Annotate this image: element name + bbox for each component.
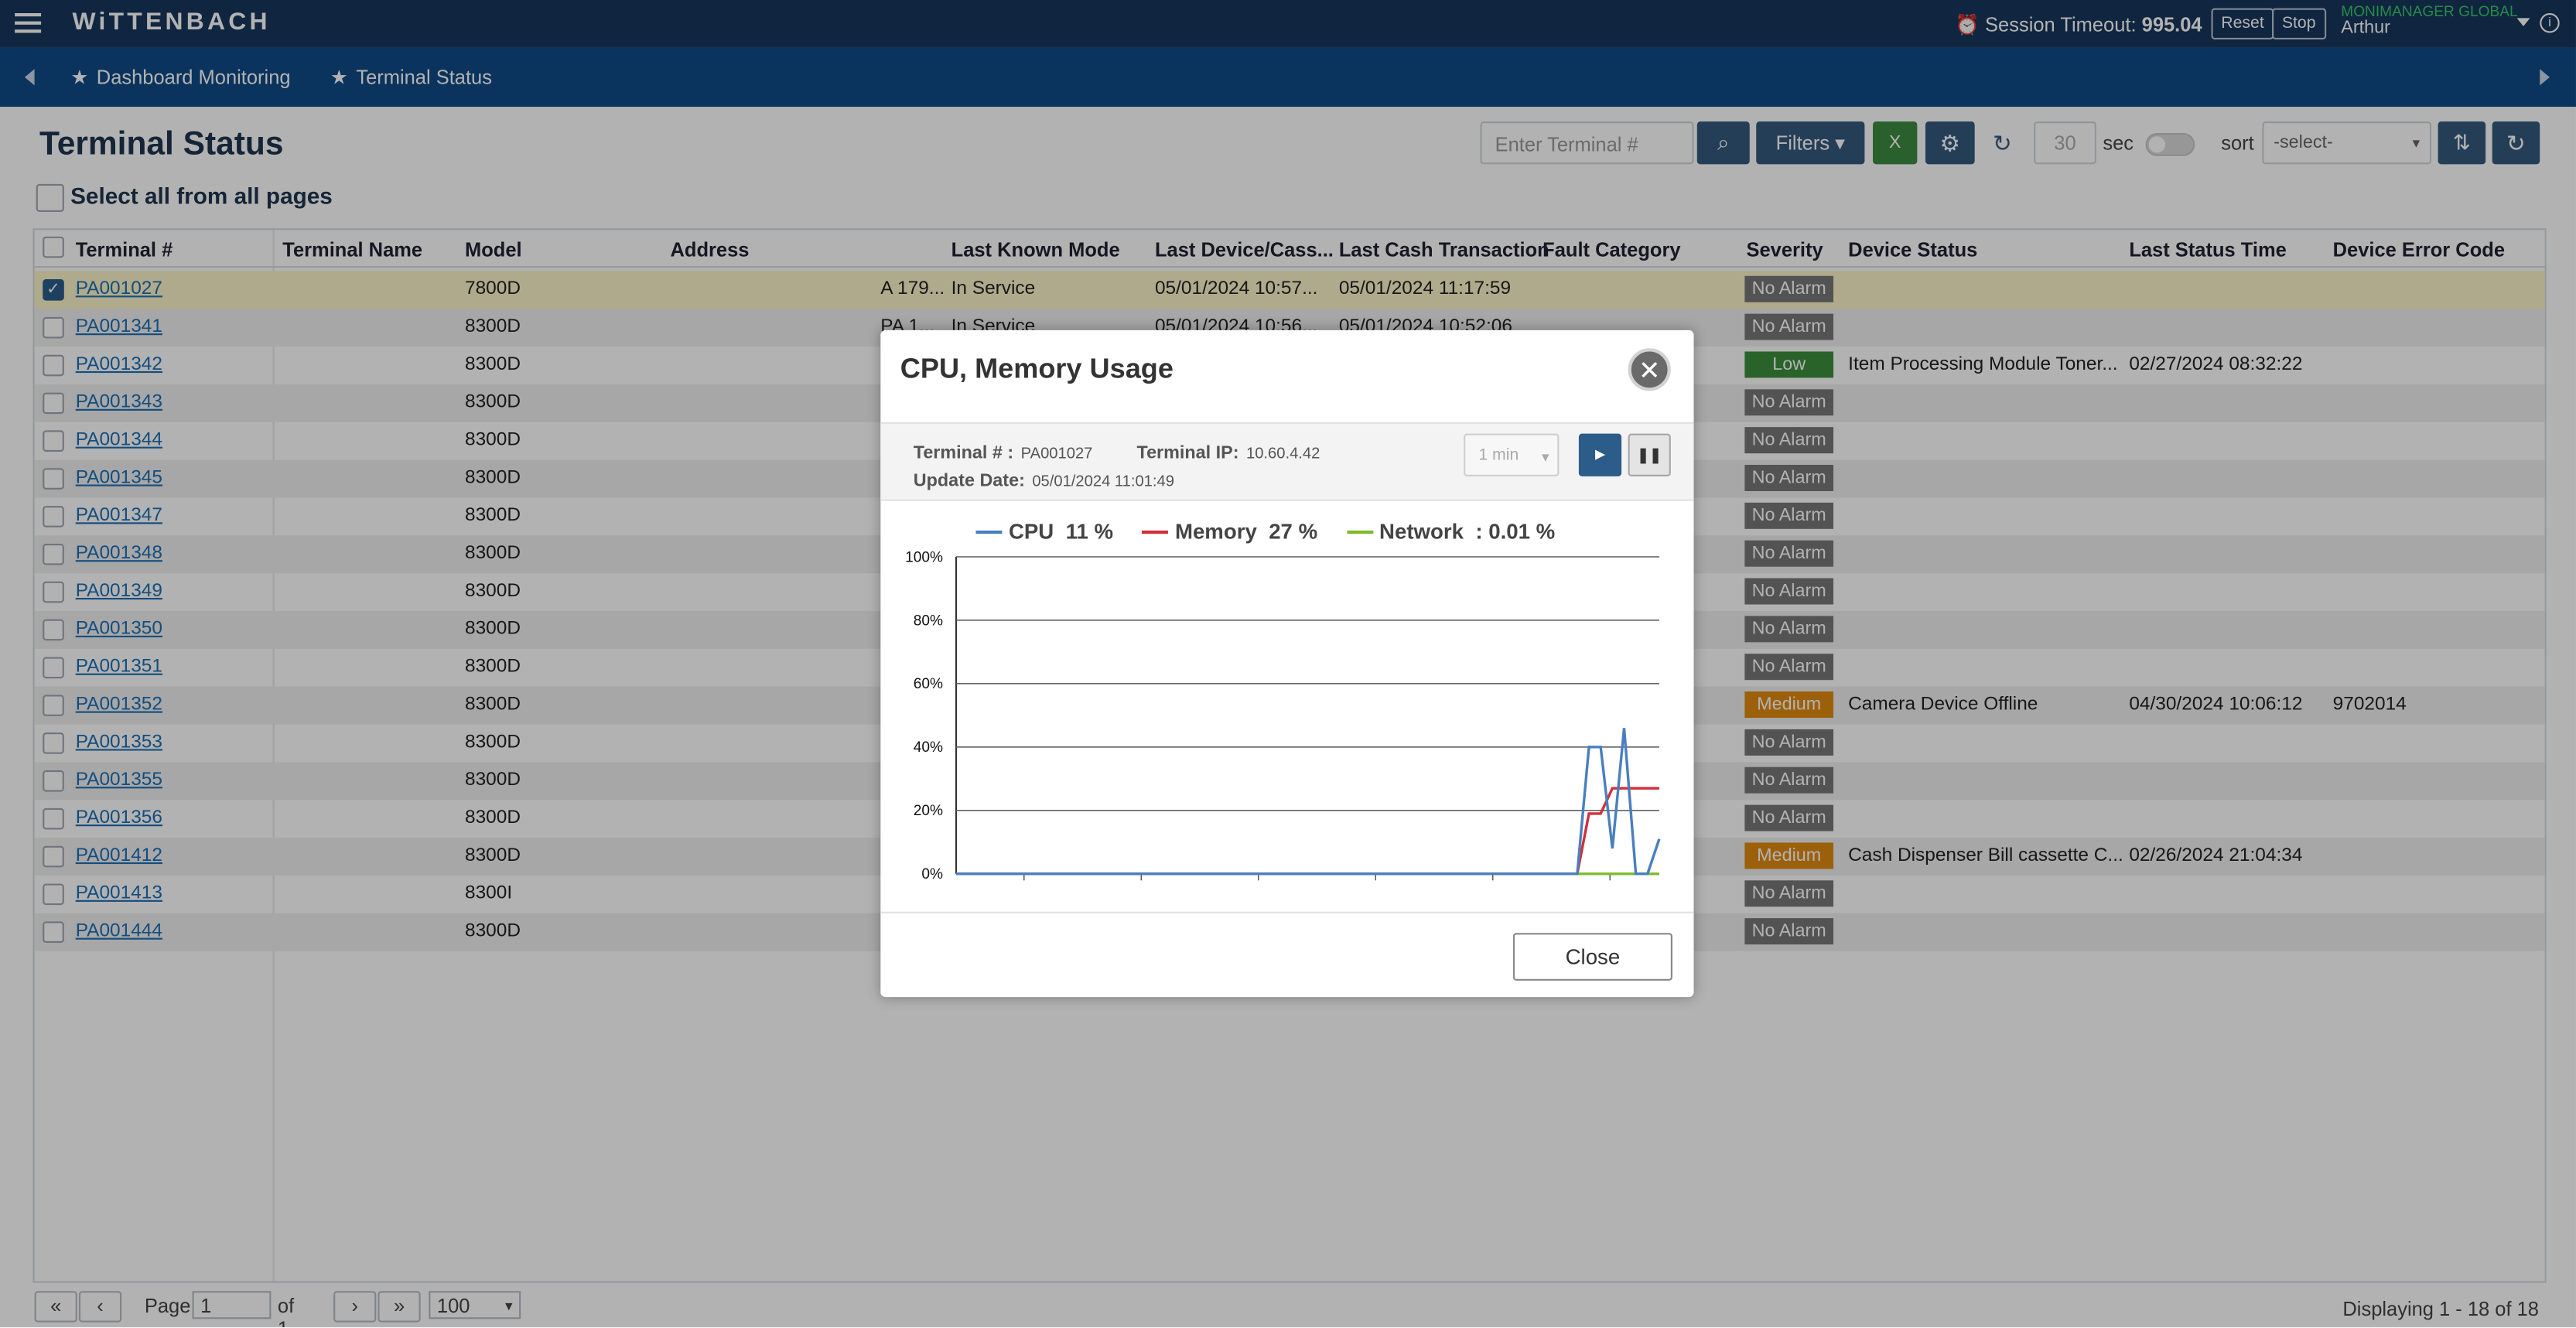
interval-select[interactable]: 1 min ▾ — [1464, 433, 1560, 476]
pause-icon[interactable]: ❚❚ — [1628, 433, 1671, 476]
ip-value: 10.60.4.42 — [1245, 445, 1320, 463]
series-line-cpu — [955, 728, 1661, 876]
legend-network[interactable]: Network : 0.01 % — [1346, 519, 1555, 544]
dialog-info-bar: Terminal # : PA001027 Terminal IP: 10.60… — [880, 422, 1694, 501]
legend-swatch — [1346, 530, 1373, 534]
usage-line-chart: 0% 20% 40% 60% 80% 100% — [905, 549, 1661, 882]
y-tick-label: 0% — [921, 866, 943, 882]
legend-cpu[interactable]: CPU 11 % — [975, 519, 1113, 544]
close-button[interactable]: Close — [1512, 933, 1672, 981]
y-tick-label: 20% — [914, 803, 943, 819]
y-tick-label: 100% — [905, 549, 943, 565]
terminal-label: Terminal # : — [913, 443, 1014, 463]
legend-swatch — [1142, 530, 1169, 534]
update-date-value: 05/01/2024 11:01:49 — [1032, 473, 1174, 491]
dialog-footer-divider — [880, 911, 1694, 913]
update-date-label: Update Date: — [913, 471, 1025, 491]
series-line-memory — [955, 787, 1659, 876]
play-icon[interactable]: ▶ — [1578, 433, 1622, 476]
dialog-title: CPU, Memory Usage — [900, 353, 1174, 384]
y-tick-label: 80% — [914, 613, 943, 629]
y-tick-label: 60% — [914, 676, 943, 692]
cpu-memory-dialog: CPU, Memory Usage ✕ Terminal # : PA00102… — [880, 329, 1694, 998]
y-tick-label: 40% — [914, 739, 943, 756]
chevron-down-icon: ▾ — [1542, 448, 1549, 466]
close-icon[interactable]: ✕ — [1628, 348, 1671, 391]
ip-label: Terminal IP: — [1136, 443, 1239, 463]
terminal-value: PA001027 — [1020, 445, 1093, 463]
chart-legend: CPU 11 % Memory 27 % Network : 0.01 % — [975, 519, 1577, 544]
legend-memory[interactable]: Memory 27 % — [1142, 519, 1317, 544]
legend-swatch — [975, 530, 1003, 534]
